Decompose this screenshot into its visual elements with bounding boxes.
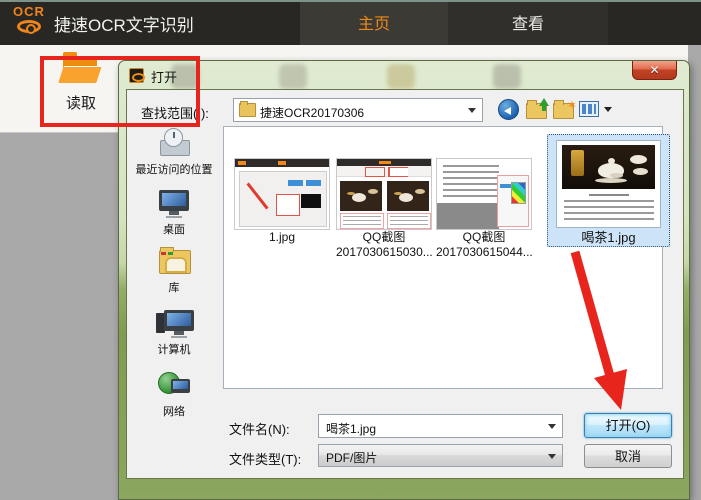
tab-home[interactable]: 主页: [300, 2, 448, 47]
chevron-down-icon[interactable]: [468, 108, 476, 113]
eye-icon: [17, 20, 41, 34]
lookin-value: 捷速OCR20170306: [260, 106, 365, 120]
filename-label: 文件名(N):: [229, 422, 290, 437]
glass-reflection: [493, 64, 521, 89]
lookin-combobox[interactable]: 捷速OCR20170306: [233, 98, 483, 122]
chevron-down-icon[interactable]: [548, 453, 556, 459]
screen: OCR 捷速OCR文字识别 主页 查看 读取 打开 ✕ 查找范围(I): 捷速O…: [0, 0, 701, 500]
chevron-down-icon[interactable]: [548, 424, 556, 429]
place-desktop[interactable]: 桌面: [127, 188, 221, 237]
glass-reflection: [387, 64, 415, 89]
tab-view[interactable]: 查看: [448, 2, 608, 47]
cancel-button[interactable]: 取消: [584, 444, 672, 468]
file-thumbnail: [234, 158, 330, 230]
file-name: QQ截图: [362, 230, 406, 244]
place-computer[interactable]: 计算机: [127, 308, 221, 357]
filename-value: 喝茶1.jpg: [326, 422, 377, 436]
app-title: 捷速OCR文字识别: [54, 16, 194, 35]
logo-text: OCR: [13, 4, 45, 19]
filetype-value: PDF/图片: [326, 451, 378, 465]
file-item-qq-screenshot-1[interactable]: QQ截图 2017030615030...: [336, 158, 433, 260]
annotation-highlight-rectangle: [40, 56, 200, 127]
computer-icon: [156, 308, 194, 338]
file-name: QQ截图: [462, 230, 506, 244]
up-one-level-button[interactable]: [526, 98, 549, 119]
back-button[interactable]: [498, 99, 519, 120]
file-name-line2: 2017030615030...: [336, 245, 433, 259]
file-item-qq-screenshot-2[interactable]: QQ截图 2017030615044...: [436, 158, 533, 260]
folder-icon: [239, 101, 256, 117]
star-icon: ✶: [566, 98, 577, 112]
open-dialog: 打开 ✕ 查找范围(I): 捷速OCR20170306 ✶ 最近访问的位置 桌面…: [118, 60, 690, 500]
file-item-1jpg[interactable]: 1.jpg: [234, 158, 330, 245]
filetype-label: 文件类型(T):: [229, 452, 302, 467]
dialog-client-area: 查找范围(I): 捷速OCR20170306 ✶ 最近访问的位置 桌面 库 计算…: [126, 89, 684, 479]
new-folder-button[interactable]: ✶: [553, 98, 577, 119]
filename-combobox[interactable]: 喝茶1.jpg: [318, 414, 563, 438]
views-dropdown-icon[interactable]: [604, 107, 612, 112]
glass-reflection: [279, 64, 307, 89]
views-menu-button[interactable]: [579, 101, 599, 117]
open-button[interactable]: 打开(O): [584, 413, 672, 438]
file-name: 喝茶1.jpg: [581, 230, 636, 245]
desktop-icon: [156, 188, 192, 218]
file-name: 1.jpg: [268, 230, 296, 244]
app-logo-icon: OCR: [8, 4, 50, 45]
up-arrow-icon: [539, 98, 549, 111]
close-button[interactable]: ✕: [632, 61, 677, 80]
place-libraries[interactable]: 库: [127, 246, 221, 295]
app-titlebar: OCR 捷速OCR文字识别 主页 查看: [0, 0, 701, 47]
file-list: 1.jpg QQ截图 2017030615030... QQ截图 2017030…: [223, 126, 670, 389]
close-icon: ✕: [649, 63, 660, 77]
network-icon: [156, 370, 192, 400]
file-thumbnail: [556, 140, 661, 228]
file-thumbnail: [436, 158, 532, 230]
file-name-line2: 2017030615044...: [436, 245, 533, 259]
file-thumbnail: [336, 158, 432, 230]
filetype-combobox[interactable]: PDF/图片: [318, 444, 563, 467]
place-recent[interactable]: 最近访问的位置: [127, 128, 221, 177]
libraries-icon: [156, 246, 192, 276]
place-network[interactable]: 网络: [127, 370, 221, 419]
file-item-hecha1jpg-selected[interactable]: 喝茶1.jpg: [547, 134, 670, 247]
recent-places-icon: [156, 128, 192, 158]
